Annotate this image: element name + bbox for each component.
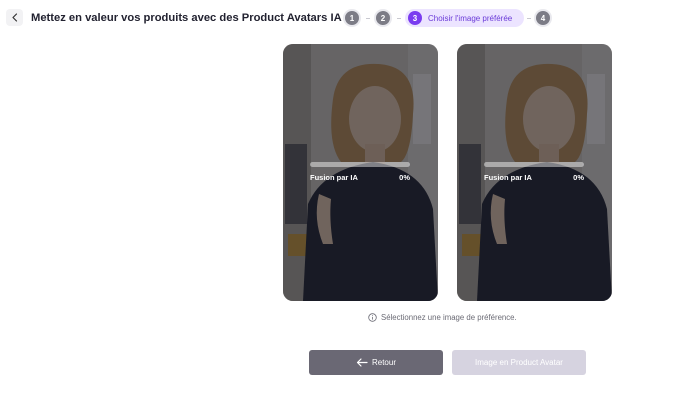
avatar-option-card[interactable]: Fusion par IA 0%: [283, 44, 438, 301]
arrow-left-icon: [356, 358, 368, 367]
step-separator: [527, 17, 531, 19]
step-number: 2: [376, 11, 390, 25]
step-separator: [397, 17, 401, 19]
step-number: 4: [536, 11, 550, 25]
step-4: 4: [534, 9, 552, 27]
step-2: 2: [374, 9, 392, 27]
product-avatar-button[interactable]: Image en Product Avatar: [452, 350, 586, 375]
step-number: 1: [345, 11, 359, 25]
progress-status-label: Fusion par IA: [310, 173, 358, 182]
step-3-active: 3 Choisir l'image préférée: [405, 9, 524, 27]
progress-percent: 0%: [399, 173, 410, 182]
step-active-label: Choisir l'image préférée: [428, 13, 513, 23]
back-button-label: Retour: [371, 358, 396, 367]
avatar-option-card[interactable]: Fusion par IA 0%: [457, 44, 612, 301]
progress-status-label: Fusion par IA: [484, 173, 532, 182]
step-number: 3: [408, 11, 422, 25]
back-button[interactable]: Retour: [309, 350, 443, 375]
step-1: 1: [343, 9, 361, 27]
progress-bar: [310, 162, 410, 167]
progress-percent: 0%: [573, 173, 584, 182]
back-chevron-button[interactable]: [6, 9, 23, 26]
progress-bar: [484, 162, 584, 167]
info-icon: [368, 312, 377, 322]
step-separator: [366, 17, 370, 19]
loading-overlay: [283, 44, 438, 301]
chevron-left-icon: [11, 13, 17, 22]
loading-overlay: [457, 44, 612, 301]
product-avatar-button-label: Image en Product Avatar: [475, 358, 563, 367]
selection-hint: Sélectionnez une image de préférence.: [368, 311, 517, 323]
page-title: Mettez en valeur vos produits avec des P…: [31, 12, 342, 24]
hint-text: Sélectionnez une image de préférence.: [381, 312, 517, 322]
